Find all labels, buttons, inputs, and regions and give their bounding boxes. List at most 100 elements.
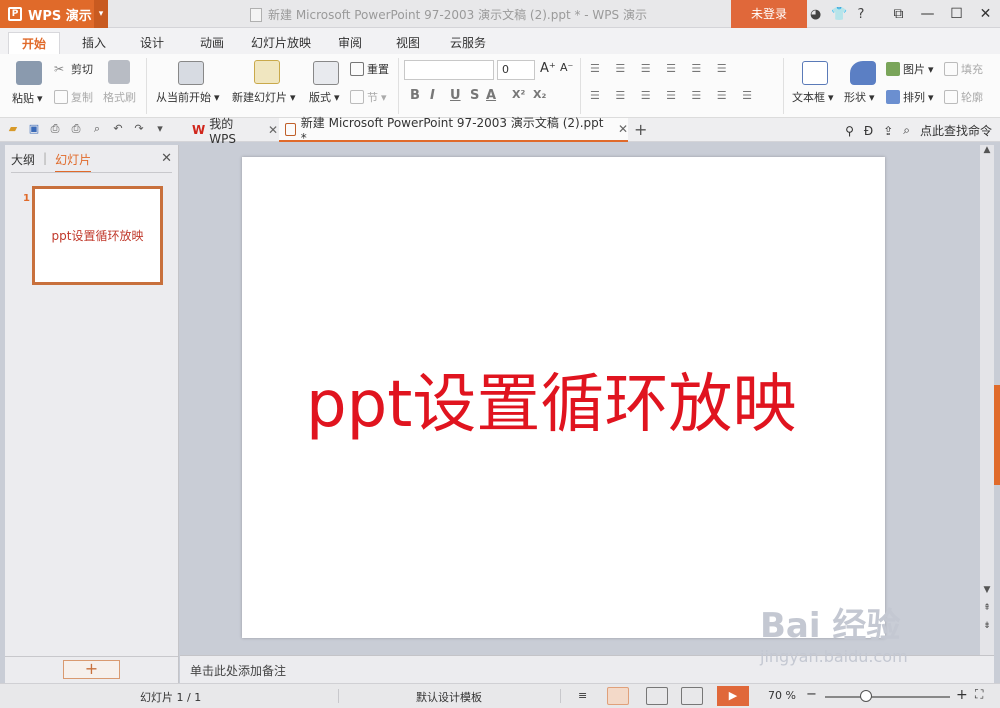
export-pdf-icon[interactable]: ⎙ — [48, 122, 62, 136]
undo-icon[interactable]: ↶ — [111, 122, 125, 136]
italic-button[interactable]: I — [430, 88, 435, 103]
grow-font-button[interactable]: A⁺ — [540, 61, 556, 76]
shape-button[interactable]: 形状 ▾ — [844, 89, 875, 105]
section-button[interactable]: 节 ▾ — [350, 89, 387, 105]
subscript-button[interactable]: X₂ — [533, 88, 546, 101]
save-icon[interactable]: ▣ — [27, 122, 41, 136]
zoom-in-button[interactable]: + — [956, 687, 968, 703]
tab-animation[interactable]: 动画 — [190, 32, 234, 54]
tab-design[interactable]: 设计 — [130, 32, 174, 54]
app-menu-button[interactable]: P WPS 演示 ▾ — [0, 0, 108, 28]
layout-button[interactable]: 版式 ▾ — [309, 89, 340, 105]
prev-slide-icon[interactable]: ⇞ — [980, 603, 994, 617]
tab-slideshow[interactable]: 幻灯片放映 — [248, 32, 314, 54]
reset-button[interactable]: 重置 — [350, 61, 389, 77]
picture-button[interactable]: 图片 ▾ — [886, 61, 934, 77]
help-icon[interactable]: ? — [858, 7, 865, 22]
tab-home[interactable]: 开始 — [8, 32, 60, 54]
tab-cloud[interactable]: 云服务 — [444, 32, 492, 54]
shrink-font-button[interactable]: A⁻ — [560, 61, 573, 74]
underline-button[interactable]: U — [450, 88, 461, 103]
copy-button[interactable]: 复制 — [54, 89, 93, 105]
restore-window-icon[interactable]: ⧉ — [884, 0, 913, 28]
d-icon[interactable]: Ð — [864, 124, 873, 138]
slide-title[interactable]: ppt设置循环放映 — [306, 353, 796, 445]
superscript-button[interactable]: X² — [512, 88, 525, 101]
paragraph-tools-top[interactable]: ☰ ☰ ☰ ☰ ☰ ☰ — [590, 62, 733, 75]
arrange-icon — [886, 90, 900, 104]
paragraph-tools-bottom[interactable]: ☰ ☰ ☰ ☰ ☰ ☰ ☰ — [590, 89, 758, 102]
tab-slides[interactable]: 幻灯片 — [55, 151, 92, 173]
zoom-slider-handle[interactable] — [860, 690, 872, 702]
arrange-button[interactable]: 排列 ▾ — [886, 89, 934, 105]
skin-icon[interactable]: ◕ — [810, 7, 821, 22]
tab-view[interactable]: 视图 — [386, 32, 430, 54]
format-painter-button[interactable]: 格式刷 — [103, 89, 136, 105]
play-slideshow-button[interactable]: ▶ — [717, 686, 749, 706]
close-panel-icon[interactable]: ✕ — [161, 151, 172, 166]
search-command-label[interactable]: 点此查找命令 — [920, 122, 992, 139]
customize-icon[interactable]: ▾ — [153, 122, 167, 136]
close-icon[interactable]: ✕ — [268, 123, 278, 137]
zoom-level[interactable]: 70 % — [768, 689, 796, 702]
tab-outline[interactable]: 大纲 — [11, 151, 35, 173]
tab-document[interactable]: 新建 Microsoft PowerPoint 97-2003 演示文稿 (2)… — [279, 116, 628, 145]
slide-sorter-button[interactable] — [646, 687, 668, 705]
scroll-down-icon[interactable]: ▼ — [980, 585, 994, 599]
reset-label: 重置 — [367, 63, 389, 76]
scroll-up-icon[interactable]: ▲ — [980, 145, 994, 159]
new-tab-icon[interactable]: + — [634, 120, 647, 139]
font-name-input[interactable] — [404, 60, 494, 80]
minimize-button[interactable]: — — [913, 0, 942, 28]
font-color-button[interactable]: A — [486, 88, 496, 103]
textbox-button[interactable]: 文本框 ▾ — [792, 89, 834, 105]
pin-icon[interactable]: ⚲ — [845, 124, 854, 138]
side-panel-handle[interactable] — [994, 385, 1000, 485]
close-icon[interactable]: ✕ — [618, 122, 628, 136]
shape-icon — [850, 61, 876, 85]
maximize-button[interactable]: ☐ — [942, 0, 971, 28]
font-size-input[interactable]: 0 — [497, 60, 535, 80]
from-current-button[interactable]: 从当前开始 ▾ — [156, 89, 220, 105]
reading-view-button[interactable] — [681, 687, 703, 705]
quick-access-icons: ▰ ▣ ⎙ ⎙ ⌕ ↶ ↷ ▾ — [6, 122, 167, 136]
paste-button[interactable]: 粘贴 ▾ — [12, 90, 43, 106]
strikethrough-button[interactable]: S — [470, 88, 479, 103]
search-icon[interactable]: ⌕ — [903, 123, 910, 138]
share-icon[interactable]: ⇪ — [883, 124, 893, 138]
from-current-label: 从当前开始 — [156, 91, 211, 104]
shirt-icon[interactable]: 👕 — [831, 7, 847, 22]
login-button[interactable]: 未登录 — [731, 0, 807, 28]
redo-icon[interactable]: ↷ — [132, 122, 146, 136]
print-icon[interactable]: ⎙ — [69, 122, 83, 136]
slide-number: 1 — [23, 193, 30, 204]
template-name[interactable]: 默认设计模板 — [416, 689, 482, 705]
open-icon[interactable]: ▰ — [6, 122, 20, 136]
fill-button[interactable]: 填充 — [944, 61, 983, 77]
slide-thumbnail[interactable]: ppt设置循环放映 — [32, 186, 163, 285]
normal-view-button[interactable] — [607, 687, 629, 705]
notes-toggle-icon[interactable]: ≡ — [578, 689, 587, 702]
cut-button[interactable]: ✂ 剪切 — [54, 61, 93, 77]
chevron-down-icon[interactable]: ▾ — [94, 0, 108, 28]
fit-window-icon[interactable]: ⛶ — [975, 687, 983, 702]
shape-label: 形状 — [844, 91, 866, 104]
next-slide-icon[interactable]: ⇟ — [980, 621, 994, 635]
tab-insert[interactable]: 插入 — [72, 32, 116, 54]
section-icon — [350, 90, 364, 104]
tab-review[interactable]: 审阅 — [328, 32, 372, 54]
zoom-slider[interactable] — [825, 696, 950, 698]
tab-divider: | — [43, 151, 48, 165]
vertical-scrollbar[interactable]: ▲ ▼ ⇞ ⇟ — [980, 145, 994, 655]
scissors-icon: ✂ — [54, 62, 65, 76]
divider — [560, 689, 561, 703]
bold-button[interactable]: B — [410, 88, 420, 103]
new-slide-button[interactable]: 新建幻灯片 ▾ — [232, 89, 296, 105]
outline-button[interactable]: 轮廓 — [944, 89, 983, 105]
slide[interactable]: ppt设置循环放映 — [242, 157, 885, 638]
zoom-out-button[interactable]: − — [806, 687, 817, 702]
close-button[interactable]: ✕ — [971, 0, 1000, 28]
add-slide-button[interactable]: + — [63, 660, 120, 679]
tab-my-wps[interactable]: W 我的WPS ✕ — [186, 117, 278, 146]
print-preview-icon[interactable]: ⌕ — [90, 122, 104, 136]
